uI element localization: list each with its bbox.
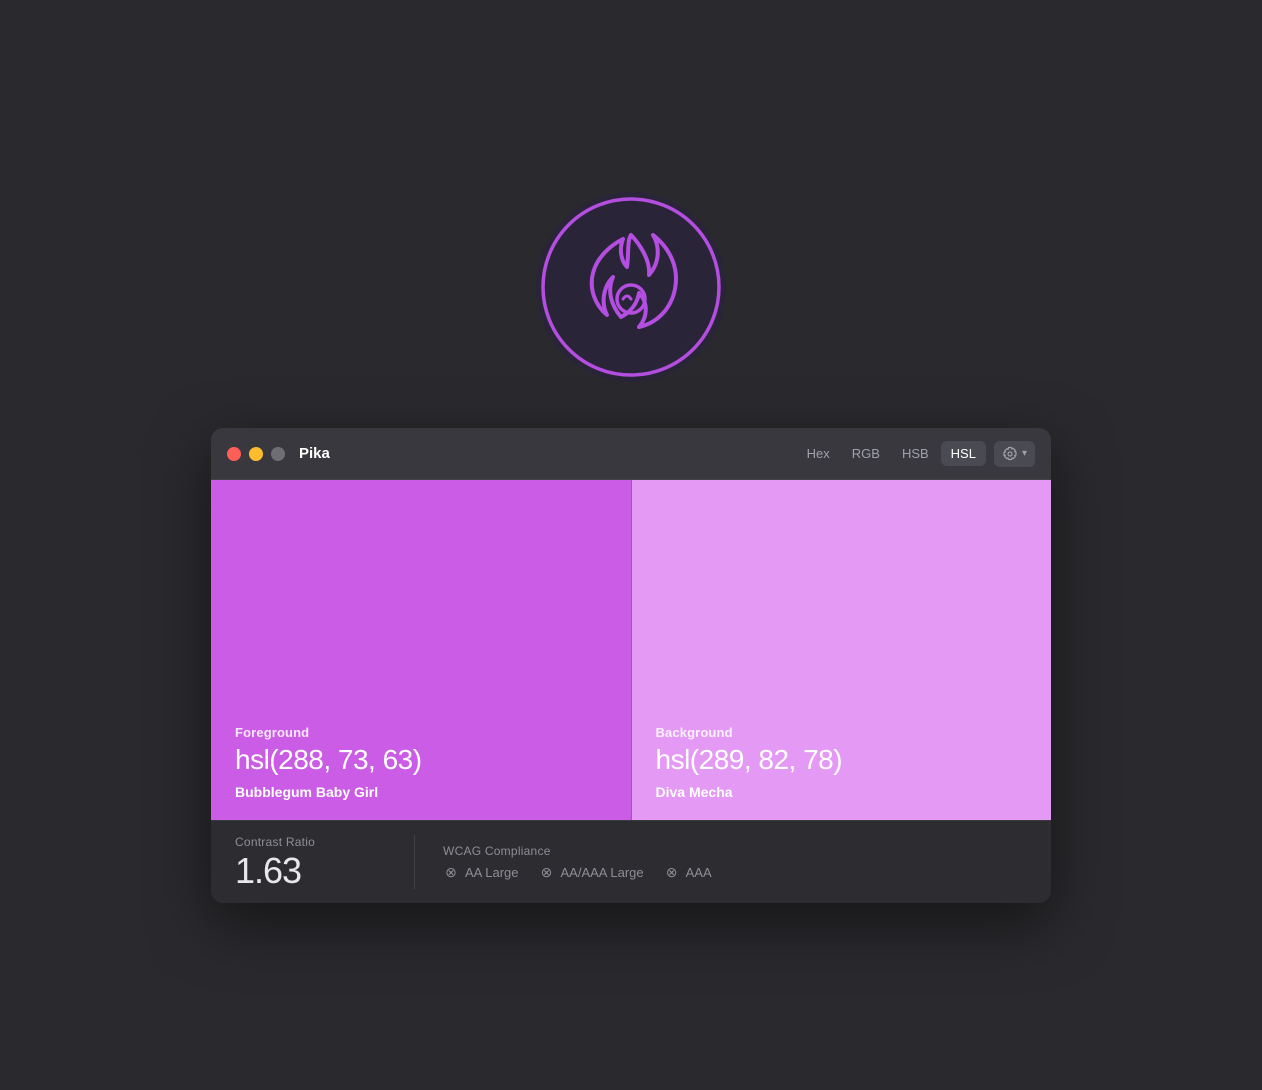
- fail-icon-aa-aaa-large: ⊗: [539, 864, 555, 880]
- color-panels: Foreground hsl(288, 73, 63) Bubblegum Ba…: [211, 480, 1051, 820]
- format-tabs: Hex RGB HSB HSL: [797, 441, 986, 466]
- tab-rgb[interactable]: RGB: [842, 441, 890, 466]
- wcag-items: ⊗ AA Large ⊗ AA/AAA Large ⊗ AAA: [443, 864, 1027, 880]
- foreground-name: Bubblegum Baby Girl: [235, 784, 607, 800]
- contrast-label: Contrast Ratio: [235, 835, 390, 849]
- foreground-panel[interactable]: Foreground hsl(288, 73, 63) Bubblegum Ba…: [211, 480, 632, 820]
- wcag-aaa: ⊗ AAA: [664, 864, 712, 880]
- contrast-section: Contrast Ratio 1.63: [235, 835, 415, 889]
- traffic-lights: [227, 447, 285, 461]
- app-icon: [531, 187, 731, 387]
- foreground-label: Foreground: [235, 725, 607, 740]
- wcag-aa-aaa-large-label: AA/AAA Large: [561, 865, 644, 880]
- titlebar: Pika Hex RGB HSB HSL ▾: [211, 428, 1051, 480]
- tab-hex[interactable]: Hex: [797, 441, 840, 466]
- minimize-button[interactable]: [249, 447, 263, 461]
- app-window: Pika Hex RGB HSB HSL ▾ Foreground hsl(28…: [211, 428, 1051, 903]
- window-title: Pika: [299, 445, 797, 462]
- close-button[interactable]: [227, 447, 241, 461]
- bottom-bar: Contrast Ratio 1.63 WCAG Compliance ⊗ AA…: [211, 820, 1051, 903]
- background-name: Diva Mecha: [656, 784, 1028, 800]
- background-panel[interactable]: Background hsl(289, 82, 78) Diva Mecha: [632, 480, 1052, 820]
- app-icon-container: [531, 187, 731, 392]
- tab-hsb[interactable]: HSB: [892, 441, 939, 466]
- background-value: hsl(289, 82, 78): [656, 744, 1028, 776]
- fail-icon-aaa: ⊗: [664, 864, 680, 880]
- wcag-section: WCAG Compliance ⊗ AA Large ⊗ AA/AAA Larg…: [443, 844, 1027, 880]
- tab-hsl[interactable]: HSL: [941, 441, 986, 466]
- chevron-down-icon: ▾: [1022, 448, 1027, 459]
- wcag-aaa-label: AAA: [686, 865, 712, 880]
- wcag-label: WCAG Compliance: [443, 844, 1027, 858]
- fail-icon-aa-large: ⊗: [443, 864, 459, 880]
- wcag-aa-aaa-large: ⊗ AA/AAA Large: [539, 864, 644, 880]
- wcag-aa-large: ⊗ AA Large: [443, 864, 519, 880]
- contrast-value: 1.63: [235, 853, 390, 889]
- settings-button[interactable]: ▾: [994, 441, 1035, 467]
- gear-icon: [1002, 446, 1018, 462]
- foreground-value: hsl(288, 73, 63): [235, 744, 607, 776]
- wcag-aa-large-label: AA Large: [465, 865, 519, 880]
- background-label: Background: [656, 725, 1028, 740]
- fullscreen-button[interactable]: [271, 447, 285, 461]
